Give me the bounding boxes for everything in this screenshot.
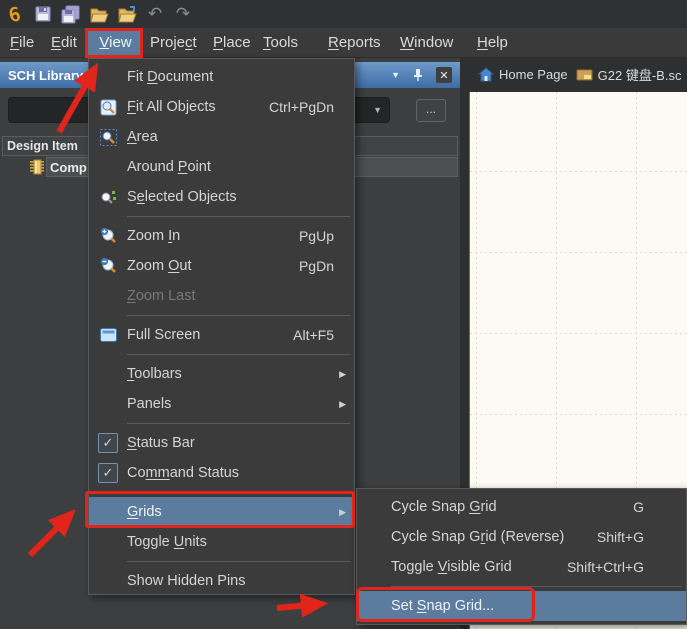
submenu-arrow-icon: ▶ (339, 369, 346, 380)
menu-item-fit-document[interactable]: Fit Document (89, 62, 354, 92)
menu-item-label: Area (127, 129, 158, 145)
combobox-dropdown-icon[interactable]: ▼ (373, 105, 389, 115)
zoom-selected-icon (89, 188, 127, 207)
menu-item-label: Command Status (127, 465, 239, 481)
tab-home-page[interactable]: Home Page (478, 67, 568, 82)
menu-separator (127, 423, 350, 424)
tab-schematic-document[interactable]: G22 键盘-B.sc (576, 65, 682, 84)
menubar: File Edit View Project Place Tools Repor… (0, 28, 687, 58)
undo-icon[interactable]: ↶ (144, 3, 166, 25)
menu-item-selected-objects[interactable]: Selected Objects (89, 182, 354, 212)
menu-item-label: Zoom In (127, 228, 180, 244)
menu-item-label: Toggle Units (127, 534, 207, 550)
menu-item-command-status[interactable]: ✓ Command Status (89, 458, 354, 488)
menu-item-label: Zoom Last (127, 288, 196, 304)
menu-item-label: Fit Document (127, 69, 213, 85)
menu-item-label: Cycle Snap Grid (391, 499, 497, 515)
menu-window[interactable]: Window (396, 28, 457, 58)
menu-item-label: Show Hidden Pins (127, 573, 246, 589)
panel-dropdown-icon[interactable]: ▼ (391, 70, 400, 80)
grids-submenu-popup: Cycle Snap Grid G Cycle Snap Grid (Revers… (356, 488, 687, 625)
menu-item-label: Set Snap Grid... (391, 598, 494, 614)
more-options-button[interactable]: ... (416, 99, 446, 122)
zoom-area-icon (89, 128, 127, 147)
menu-item-shortcut: Shift+G (597, 529, 686, 545)
menu-item-grids[interactable]: Grids ▶ (89, 497, 354, 527)
menu-item-show-hidden-pins[interactable]: Show Hidden Pins (89, 566, 354, 596)
open-icon[interactable] (88, 3, 110, 25)
submenu-arrow-icon: ▶ (339, 507, 346, 518)
document-tabbar: Home Page G22 键盘-B.sc (460, 58, 687, 91)
checkbox-checked-icon: ✓ (98, 463, 118, 483)
menu-item-shortcut: G (633, 499, 686, 515)
menu-reports[interactable]: Reports (324, 28, 385, 58)
altium-designer-window: ∂ ↶ ↷ File Edit View Project Place Tools… (0, 0, 687, 629)
save-all-icon[interactable] (60, 3, 82, 25)
menu-edit[interactable]: Edit (47, 28, 81, 58)
checkbox-checked-icon: ✓ (98, 433, 118, 453)
redo-icon[interactable]: ↷ (172, 3, 194, 25)
menu-item-label: Grids (127, 504, 162, 520)
panel-title: SCH Library (8, 68, 83, 83)
menu-tools[interactable]: Tools (259, 28, 302, 58)
menu-item-toolbars[interactable]: Toolbars ▶ (89, 359, 354, 389)
panel-pin-icon[interactable] (412, 68, 424, 82)
menu-item-label: Selected Objects (127, 189, 237, 205)
menu-item-zoom-in[interactable]: Zoom InPgUp (89, 221, 354, 251)
menu-item-label: Zoom Out (127, 258, 191, 274)
menu-item-zoom-out[interactable]: Zoom OutPgDn (89, 251, 354, 281)
menu-item-cycle-snap-grid[interactable]: Cycle Snap Grid G (357, 492, 686, 522)
menu-separator (127, 561, 350, 562)
quick-access-toolbar: ∂ ↶ ↷ (0, 0, 687, 28)
zoom-out-icon (89, 257, 127, 276)
menu-separator (127, 216, 350, 217)
home-icon (478, 67, 494, 82)
menu-file[interactable]: File (6, 28, 38, 58)
menu-separator (127, 354, 350, 355)
menu-item-around-point[interactable]: Around Point (89, 152, 354, 182)
submenu-arrow-icon: ▶ (339, 399, 346, 410)
menu-item-label: Fit All Objects (127, 99, 216, 115)
menu-item-zoom-last: Zoom Last (89, 281, 354, 311)
menu-item-area[interactable]: Area (89, 122, 354, 152)
menu-item-label: Status Bar (127, 435, 195, 451)
panel-close-icon[interactable]: ✕ (436, 67, 452, 83)
menu-separator (127, 315, 350, 316)
menu-item-panels[interactable]: Panels ▶ (89, 389, 354, 419)
schematic-document-icon (576, 68, 593, 82)
menu-item-label: Around Point (127, 159, 211, 175)
zoom-in-icon (89, 227, 127, 246)
menu-item-cycle-snap-grid-reverse[interactable]: Cycle Snap Grid (Reverse) Shift+G (357, 522, 686, 552)
menu-project[interactable]: Project (146, 28, 201, 58)
menu-place[interactable]: Place (209, 28, 255, 58)
open-document-icon[interactable] (116, 3, 138, 25)
menu-item-label: Panels (127, 396, 171, 412)
menu-item-label: Toolbars (127, 366, 182, 382)
save-icon[interactable] (32, 3, 54, 25)
menu-help[interactable]: Help (473, 28, 512, 58)
menu-item-toggle-visible-grid[interactable]: Toggle Visible Grid Shift+Ctrl+G (357, 552, 686, 582)
menu-item-fit-all-objects[interactable]: Fit All Objects Ctrl+PgDn (89, 92, 354, 122)
component-chip-icon (28, 158, 46, 176)
menu-item-status-bar[interactable]: ✓ Status Bar (89, 428, 354, 458)
menu-item-shortcut: Shift+Ctrl+G (567, 559, 686, 575)
menu-separator (391, 586, 682, 587)
menu-item-label: Cycle Snap Grid (Reverse) (391, 529, 564, 545)
menu-item-label: Full Screen (127, 327, 200, 343)
menu-item-shortcut: Ctrl+PgDn (269, 99, 354, 115)
menu-item-full-screen[interactable]: Full ScreenAlt+F5 (89, 320, 354, 350)
menu-separator (127, 492, 350, 493)
view-menu-popup: Fit Document Fit All Objects Ctrl+PgDn Ar… (88, 58, 355, 595)
full-screen-icon (89, 327, 127, 343)
fit-all-objects-icon (89, 98, 127, 117)
menu-item-set-snap-grid[interactable]: Set Snap Grid... (357, 591, 686, 621)
menu-view[interactable]: View (88, 28, 143, 58)
menu-item-label: Toggle Visible Grid (391, 559, 512, 575)
menu-item-toggle-units[interactable]: Toggle Units (89, 527, 354, 557)
altium-logo-icon[interactable]: ∂ (4, 3, 26, 25)
